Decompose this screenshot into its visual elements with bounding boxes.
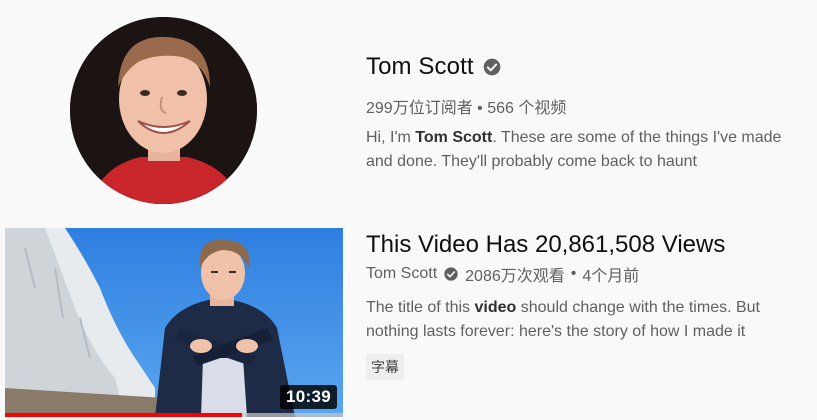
meta-separator: • — [570, 265, 577, 282]
video-channel-name[interactable]: Tom Scott — [366, 265, 437, 283]
channel-name[interactable]: Tom Scott — [366, 53, 474, 81]
avatar-image — [70, 17, 257, 204]
channel-result[interactable]: Tom Scott 299万位订阅者 • 566 个视频 Hi, I'm Tom… — [0, 0, 817, 220]
watch-progress-track — [5, 413, 343, 417]
channel-meta: 299万位订阅者 • 566 个视频 — [366, 98, 806, 120]
meta-separator: • — [477, 100, 483, 117]
video-desc-highlight: video — [474, 299, 517, 316]
video-description: The title of this video should change wi… — [366, 296, 811, 344]
channel-avatar[interactable] — [70, 17, 257, 204]
watch-progress-fill — [5, 413, 242, 417]
video-desc-prefix: The title of this — [366, 299, 475, 316]
verified-check-icon — [483, 58, 500, 76]
video-result[interactable]: 10:39 This Video Has 20,861,508 Views To… — [0, 228, 817, 420]
video-title[interactable]: This Video Has 20,861,508 Views — [366, 230, 811, 260]
subtitles-badge: 字幕 — [366, 354, 404, 380]
video-info: This Video Has 20,861,508 Views Tom Scot… — [366, 230, 811, 380]
channel-name-line: Tom Scott — [366, 52, 806, 82]
video-duration: 10:39 — [280, 385, 337, 409]
upload-age: 4个月前 — [582, 268, 640, 285]
video-count: 566 个视频 — [487, 100, 567, 117]
channel-desc-highlight: Tom Scott — [415, 129, 493, 146]
subscriber-count: 299万位订阅者 — [366, 100, 473, 117]
video-thumbnail[interactable]: 10:39 — [5, 228, 343, 417]
channel-info: Tom Scott 299万位订阅者 • 566 个视频 Hi, I'm Tom… — [366, 52, 806, 174]
channel-desc-prefix: Hi, I'm — [366, 129, 416, 146]
video-meta: Tom Scott 2086万次观看 • 4个月前 — [366, 262, 811, 286]
view-count: 2086万次观看 — [465, 268, 565, 285]
verified-check-icon — [444, 267, 458, 281]
channel-description: Hi, I'm Tom Scott. These are some of the… — [366, 126, 796, 174]
